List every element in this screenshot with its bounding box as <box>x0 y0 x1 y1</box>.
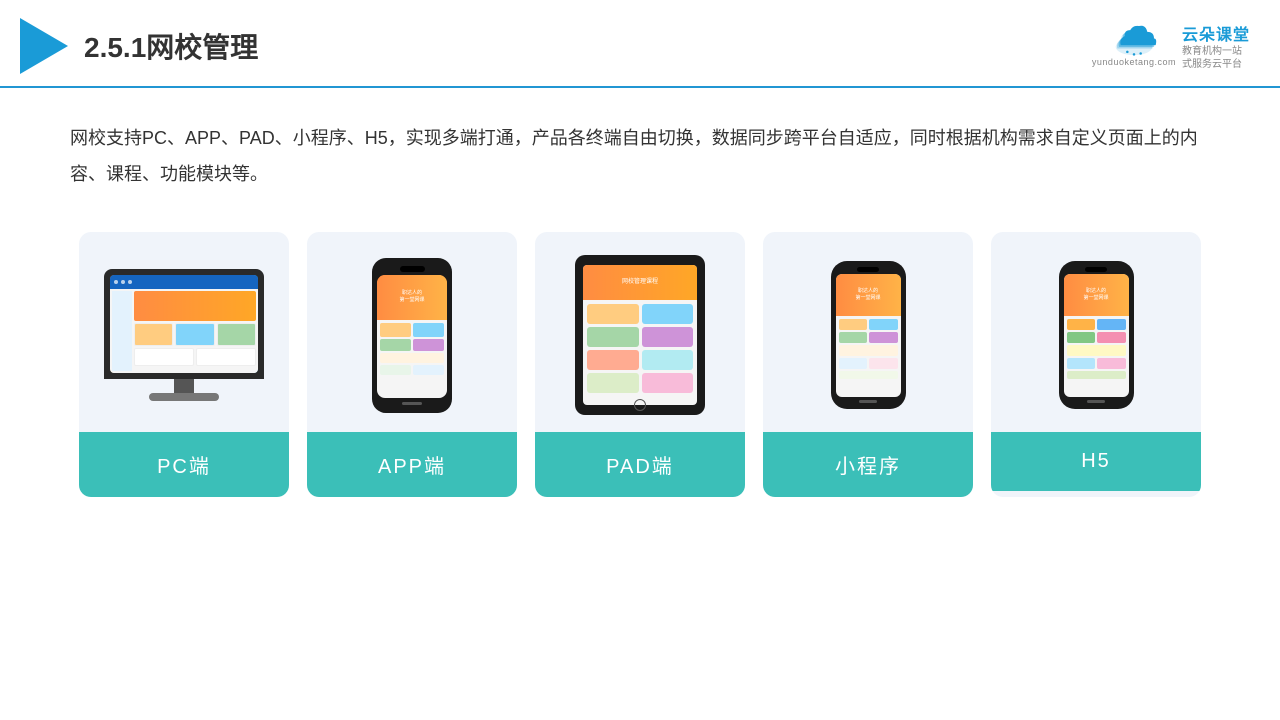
card-pc: PC端 <box>79 232 289 497</box>
pc-monitor-icon <box>104 269 264 401</box>
cards-section: PC端 职达人的第一堂网课 <box>0 212 1280 527</box>
logo-triangle-icon <box>20 18 68 74</box>
card-miniprogram-label: 小程序 <box>763 432 973 497</box>
card-app-image: 职达人的第一堂网课 <box>307 232 517 432</box>
card-h5-image: 职达人的第一堂网课 <box>991 232 1201 432</box>
header: 2.5.1网校管理 yunduoketang.com 云朵课堂 <box>0 0 1280 88</box>
phone-app-icon: 职达人的第一堂网课 <box>372 258 452 413</box>
brand-url: yunduoketang.com <box>1092 57 1176 67</box>
header-left: 2.5.1网校管理 <box>20 18 258 74</box>
card-pad: 网校管理课程 <box>535 232 745 497</box>
card-pad-image: 网校管理课程 <box>535 232 745 432</box>
page-title: 2.5.1网校管理 <box>84 26 258 66</box>
card-pad-label: PAD端 <box>535 432 745 497</box>
card-miniprogram-image: 职达人的第一堂网课 <box>763 232 973 432</box>
card-app-label: APP端 <box>307 432 517 497</box>
tablet-icon: 网校管理课程 <box>575 255 705 415</box>
brand-slogan: 教育机构一站 式服务云平台 <box>1182 45 1242 71</box>
card-h5: 职达人的第一堂网课 <box>991 232 1201 497</box>
phone-h5-icon: 职达人的第一堂网课 <box>1059 261 1134 409</box>
cloud-icon: yunduoketang.com <box>1092 25 1176 67</box>
card-pc-image <box>79 232 289 432</box>
card-h5-label: H5 <box>991 432 1201 491</box>
brand-text: 云朵课堂 教育机构一站 式服务云平台 <box>1182 21 1250 71</box>
brand-name: 云朵课堂 <box>1182 21 1250 45</box>
header-right: yunduoketang.com 云朵课堂 教育机构一站 式服务云平台 <box>1092 21 1250 71</box>
card-app: 职达人的第一堂网课 <box>307 232 517 497</box>
description-text: 网校支持PC、APP、PAD、小程序、H5，实现多端打通，产品各终端自由切换，数… <box>0 88 1280 212</box>
card-pc-label: PC端 <box>79 432 289 497</box>
brand-logo: yunduoketang.com 云朵课堂 教育机构一站 式服务云平台 <box>1092 21 1250 71</box>
card-miniprogram: 职达人的第一堂网课 <box>763 232 973 497</box>
phone-miniprogram-icon: 职达人的第一堂网课 <box>831 261 906 409</box>
